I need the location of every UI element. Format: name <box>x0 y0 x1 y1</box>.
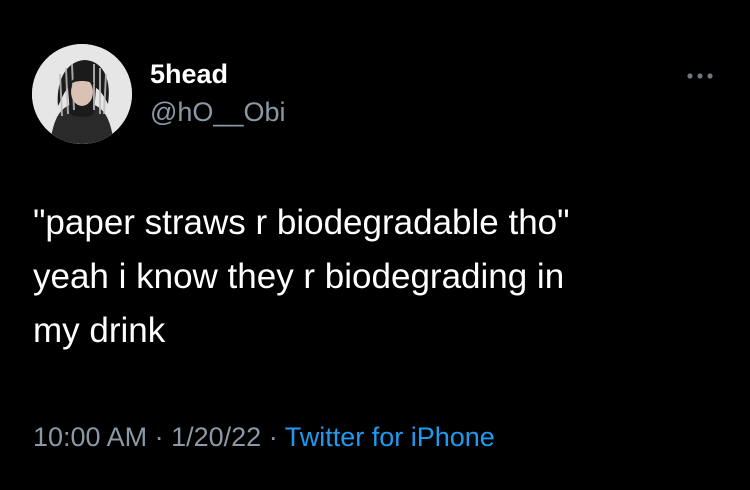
tweet-metadata: 10:00 AM · 1/20/22 · Twitter for iPhone <box>33 420 495 454</box>
more-options-icon[interactable] <box>682 68 718 84</box>
tweet-text-line: my drink <box>33 311 166 350</box>
display-name[interactable]: 5head <box>150 58 228 90</box>
avatar-image <box>32 44 132 144</box>
separator: · <box>154 422 164 452</box>
tweet-text-line: yeah i know they r biodegrading in <box>33 257 565 296</box>
avatar[interactable] <box>32 44 132 144</box>
tweet-source-link[interactable]: Twitter for iPhone <box>285 422 495 452</box>
tweet-date[interactable]: 1/20/22 <box>171 422 261 452</box>
tweet-card: 5head @hO__Obi "paper straws r biodegrad… <box>0 0 750 490</box>
tweet-text-line: "paper straws r biodegradable tho" <box>33 203 570 242</box>
tweet-time[interactable]: 10:00 AM <box>33 422 147 452</box>
separator: · <box>268 422 278 452</box>
tweet-text: "paper straws r biodegradable tho" yeah … <box>33 196 723 358</box>
user-handle[interactable]: @hO__Obi <box>150 96 285 128</box>
